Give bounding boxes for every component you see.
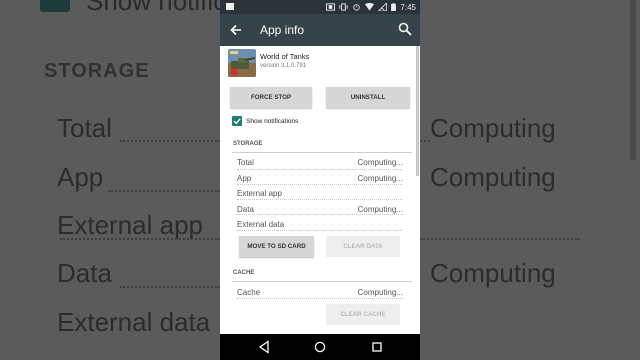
background-label-total: Total xyxy=(57,113,112,143)
row-separator xyxy=(237,214,403,215)
force-stop-button[interactable]: FORCE STOP xyxy=(230,87,312,108)
alarm-icon xyxy=(353,4,361,11)
background-dotted-line xyxy=(420,238,580,240)
show-notifications-label: Show notifications xyxy=(246,118,299,125)
show-notifications-checkbox[interactable] xyxy=(232,116,242,126)
row-separator xyxy=(237,169,403,170)
storage-section-header: STORAGE xyxy=(233,141,263,147)
no-signal-icon xyxy=(378,3,388,11)
storage-row-app-value: Computing... xyxy=(357,174,403,183)
background-label-data: Data xyxy=(57,258,112,288)
background-label-external-data: External data xyxy=(57,307,211,337)
search-icon[interactable] xyxy=(398,22,412,36)
uninstall-button[interactable]: UNINSTALL xyxy=(326,87,410,108)
nav-home-icon[interactable] xyxy=(314,341,326,353)
navigation-bar xyxy=(220,334,420,360)
background-dotted-line xyxy=(120,286,220,288)
app-name: World of Tanks xyxy=(260,52,310,61)
background-value-app: Computing xyxy=(430,162,556,192)
background-right-panel: Computing Computing Computing xyxy=(420,0,640,360)
wifi-icon xyxy=(365,3,375,11)
nav-back-icon[interactable] xyxy=(258,340,270,354)
vibrate-icon xyxy=(339,3,348,11)
row-separator xyxy=(237,298,403,299)
status-bar: 7:45 xyxy=(220,0,420,14)
row-separator xyxy=(237,199,403,200)
storage-row-external-app-label: External app xyxy=(237,189,282,198)
background-dotted-line xyxy=(108,190,220,192)
cache-row-label: Cache xyxy=(237,288,261,297)
video-camera-icon xyxy=(226,3,234,10)
background-label-external-app: External app xyxy=(57,210,203,240)
status-icons: 7:45 xyxy=(326,1,416,13)
background-dotted-line xyxy=(120,140,220,142)
nfc-icon xyxy=(326,3,336,11)
move-to-sd-card-button[interactable]: MOVE TO SD CARD xyxy=(239,236,314,257)
nav-recents-icon[interactable] xyxy=(372,342,382,352)
status-time: 7:45 xyxy=(400,2,416,12)
storage-row-total-label: Total xyxy=(237,158,254,167)
battery-icon xyxy=(391,3,397,11)
storage-row-app-label: App xyxy=(237,174,252,183)
background-value-total: Computing xyxy=(430,113,556,143)
phone-screen: 7:45 App info World of Tanks version 3.1… xyxy=(220,0,420,360)
app-info-content[interactable]: World of Tanks version 3.1.0.791 FORCE S… xyxy=(220,46,420,334)
row-separator xyxy=(237,184,403,185)
page-title: App info xyxy=(260,23,305,37)
storage-row-total-value: Computing... xyxy=(357,158,403,167)
background-storage-header: STORAGE xyxy=(44,60,150,82)
storage-row-external-data-label: External data xyxy=(237,220,285,229)
background-label-app: App xyxy=(57,162,104,192)
app-bar: App info xyxy=(220,14,420,46)
background-checkbox xyxy=(40,0,70,12)
back-arrow-icon[interactable] xyxy=(228,22,244,38)
app-icon xyxy=(228,49,256,77)
cache-divider xyxy=(232,281,412,282)
clear-cache-button[interactable]: CLEAR CACHE xyxy=(326,304,400,325)
cache-section-header: CACHE xyxy=(233,270,255,276)
background-dotted-line xyxy=(420,140,430,142)
scrollbar[interactable] xyxy=(416,46,419,176)
storage-divider xyxy=(232,152,412,153)
clear-data-button[interactable]: CLEAR DATA xyxy=(326,236,400,257)
checkmark-icon xyxy=(233,118,241,125)
storage-row-data-label: Data xyxy=(237,205,254,214)
row-separator xyxy=(237,230,403,231)
background-value-data: Computing xyxy=(430,258,556,288)
background-left-panel: Show notificat STORAGE Total App Externa… xyxy=(0,0,248,360)
storage-row-data-value: Computing... xyxy=(357,205,403,214)
background-scrollbar xyxy=(630,0,636,160)
cache-row-value: Computing... xyxy=(357,288,403,297)
app-version: version 3.1.0.791 xyxy=(260,63,307,69)
background-dotted-line xyxy=(60,238,220,240)
